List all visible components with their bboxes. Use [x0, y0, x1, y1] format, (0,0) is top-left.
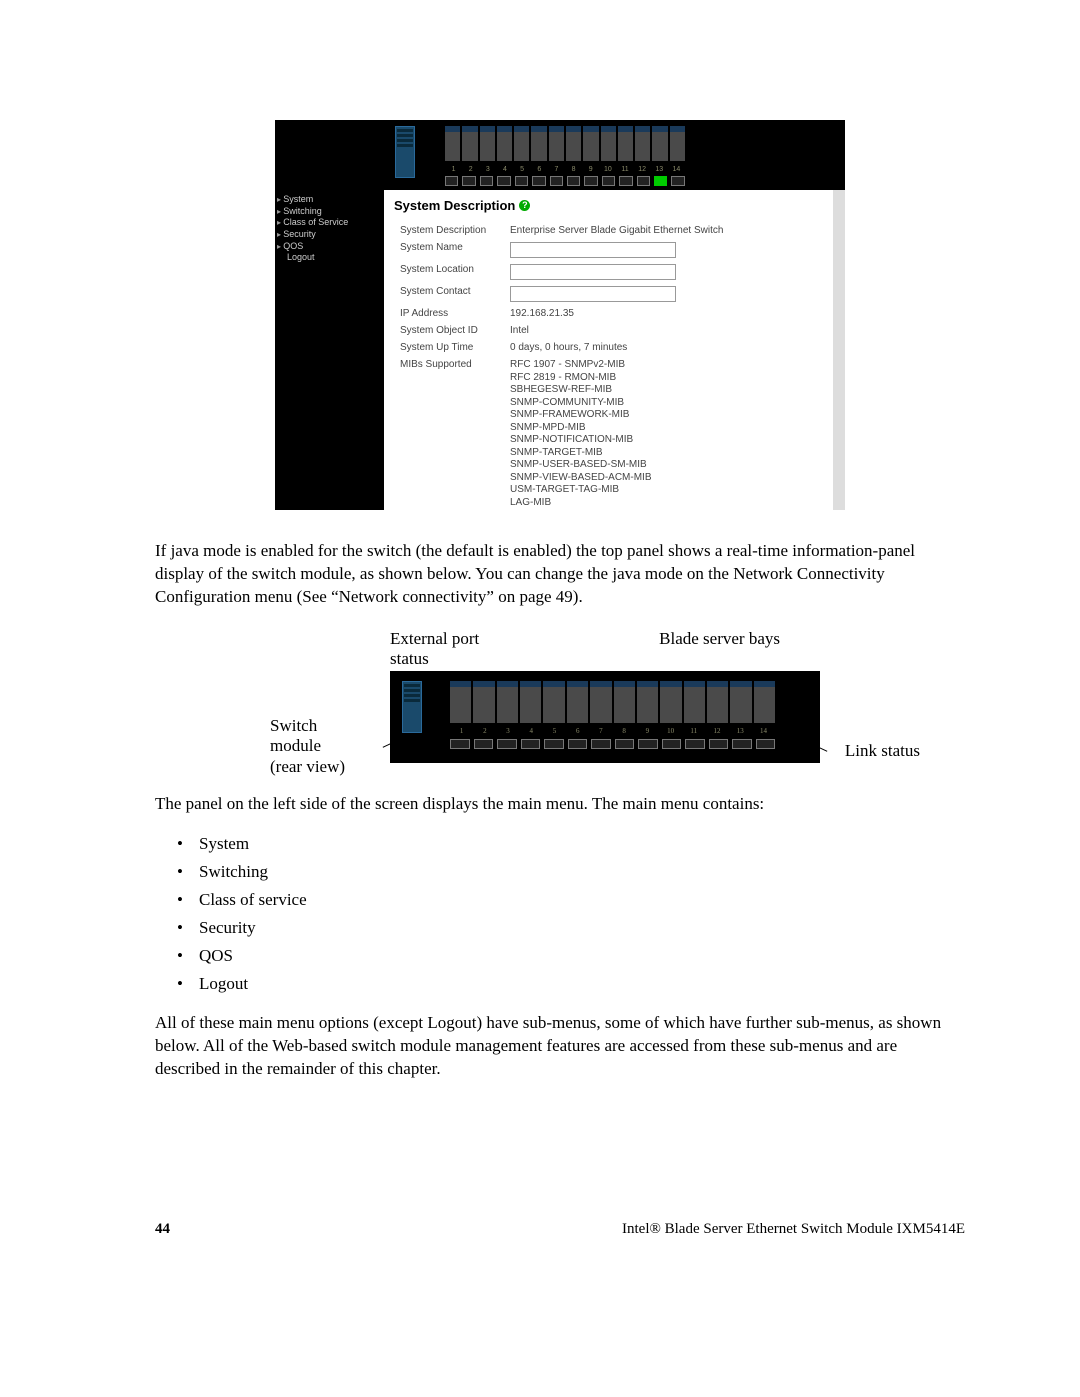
system-description-screenshot: 1234567891011121314 SystemSwitchingClass…	[275, 120, 845, 510]
row-label: System Location	[396, 262, 504, 282]
paragraph: If java mode is enabled for the switch (…	[155, 540, 965, 609]
port-strip	[450, 681, 775, 723]
pointer-line	[811, 743, 828, 752]
row-label: System Contact	[396, 284, 504, 304]
callout-link-status: Link status	[845, 741, 920, 761]
row-value: Intel	[506, 323, 821, 338]
switch-panel-header: 1234567891011121314	[275, 120, 845, 190]
page-title-text: System Description	[394, 198, 515, 213]
list-item: System	[199, 834, 965, 854]
port-strip	[445, 126, 685, 161]
scroll-down-icon[interactable]: ▾	[833, 498, 845, 510]
sidebar-item[interactable]: Switching	[277, 206, 382, 218]
page-title: System Description ?	[394, 198, 823, 213]
scroll-up-icon[interactable]: ▴	[833, 190, 845, 202]
system-info-table: System Description Enterprise Server Bla…	[394, 221, 823, 510]
row-value: Enterprise Server Blade Gigabit Ethernet…	[506, 223, 821, 238]
row-label: System Up Time	[396, 340, 504, 355]
list-item: Logout	[199, 974, 965, 994]
mibs-list: RFC 1907 - SNMPv2-MIBRFC 2819 - RMON-MIB…	[506, 357, 821, 510]
sidebar-item[interactable]: Logout	[277, 252, 382, 264]
page-footer: 44 Intel® Blade Server Ethernet Switch M…	[155, 1221, 965, 1238]
sidebar-item[interactable]: Security	[277, 229, 382, 241]
system-name-field[interactable]	[510, 242, 676, 258]
switch-module-icon	[402, 681, 422, 733]
paragraph: The panel on the left side of the screen…	[155, 793, 965, 816]
main-content-pane: ▴ System Description ? System Descriptio…	[384, 190, 845, 510]
sidebar-item[interactable]: System	[277, 194, 382, 206]
paragraph: All of these main menu options (except L…	[155, 1012, 965, 1081]
page-number: 44	[155, 1221, 170, 1238]
callout-external-port: External portstatus	[390, 629, 479, 669]
switch-module-icon	[395, 126, 415, 178]
system-contact-field[interactable]	[510, 286, 676, 302]
sidebar-nav: SystemSwitchingClass of ServiceSecurityQ…	[275, 190, 384, 510]
link-leds	[445, 176, 685, 186]
system-location-field[interactable]	[510, 264, 676, 280]
menu-bullet-list: System Switching Class of service Security Q…	[155, 834, 965, 994]
footer-title: Intel® Blade Server Ethernet Switch Modu…	[622, 1221, 965, 1238]
pointer-line	[383, 739, 400, 748]
row-label: System Object ID	[396, 323, 504, 338]
row-label: IP Address	[396, 306, 504, 321]
list-item: Class of service	[199, 890, 965, 910]
callout-switch-module: Switchmodule(rear view)	[270, 716, 380, 777]
row-value: 192.168.21.35	[506, 306, 821, 321]
row-label: MIBs Supported	[396, 357, 504, 510]
row-value: 0 days, 0 hours, 7 minutes	[506, 340, 821, 355]
switch-panel-figure: External portstatus Blade server bays 12…	[270, 629, 850, 763]
list-item: QOS	[199, 946, 965, 966]
sidebar-item[interactable]: QOS	[277, 241, 382, 253]
port-numbers: 1234567891011121314	[445, 166, 685, 173]
link-leds	[450, 739, 775, 749]
switch-panel-image: 1234567891011121314 Switchmodule(rear vi…	[390, 671, 820, 763]
port-numbers: 1234567891011121314	[450, 727, 775, 735]
row-label: System Description	[396, 223, 504, 238]
row-label: System Name	[396, 240, 504, 260]
callout-blade-bays: Blade server bays	[659, 629, 780, 669]
sidebar-item[interactable]: Class of Service	[277, 217, 382, 229]
help-icon[interactable]: ?	[519, 200, 530, 211]
list-item: Security	[199, 918, 965, 938]
list-item: Switching	[199, 862, 965, 882]
